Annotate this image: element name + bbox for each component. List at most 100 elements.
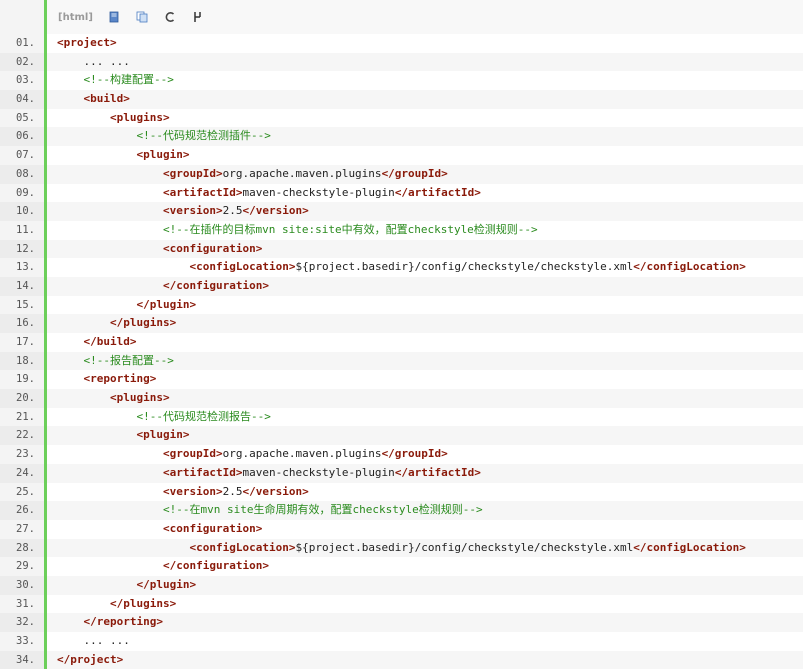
refresh-icon[interactable]	[163, 10, 177, 24]
xml-tag: <configuration>	[163, 521, 263, 535]
line-number: 10.	[0, 202, 44, 221]
xml-tag: </version>	[242, 204, 309, 218]
xml-comment: <!--在插件的目标mvn site:site中有效，配置checkstyle检…	[163, 222, 538, 236]
code-line: 23. <groupId>org.apache.maven.plugins</gr…	[0, 445, 803, 464]
code-line: 24. <artifactId>maven-checkstyle-plugin</…	[0, 463, 803, 483]
line-content: <plugin>	[47, 146, 803, 165]
line-number: 08.	[0, 164, 44, 184]
line-content: <artifactId>maven-checkstyle-plugin</art…	[47, 463, 803, 483]
code-line: 31. </plugins>	[0, 594, 803, 614]
line-number: 17.	[16, 336, 35, 348]
code-line: 05. <plugins>	[0, 108, 803, 128]
xml-tag: </artifactId>	[394, 465, 481, 479]
xml-comment: <!--报告配置-->	[83, 353, 174, 367]
code-line: 14. </configuration>	[0, 276, 803, 296]
line-content: <build>	[47, 90, 803, 109]
xml-text: 2.5	[222, 484, 243, 498]
xml-tag: <artifactId>	[163, 465, 243, 479]
view-source-icon[interactable]	[107, 10, 121, 24]
xml-comment: <!--代码规范检测报告-->	[136, 409, 271, 423]
xml-tag: <reporting>	[83, 372, 157, 386]
line-content: <groupId>org.apache.maven.plugins</group…	[47, 164, 803, 184]
xml-text: 2.5	[222, 204, 243, 218]
code-line: 34. </project>	[0, 650, 803, 669]
line-content: ... ...	[47, 632, 803, 651]
xml-text: org.apache.maven.plugins	[222, 447, 382, 461]
line-number: 07.	[16, 149, 35, 162]
line-number: 22.	[0, 426, 44, 446]
xml-tag: </artifactId>	[394, 185, 481, 199]
line-content: <configLocation>${project.basedir}/confi…	[47, 538, 803, 558]
xml-tag: </reporting>	[83, 615, 163, 629]
line-number: 18.	[0, 351, 44, 371]
xml-text: org.apache.maven.plugins	[222, 166, 382, 180]
line-content: </configuration>	[47, 557, 803, 576]
line-number: 29.	[16, 560, 35, 573]
line-content: <!--在mvn site生命周期有效，配置checkstyle检测规则-->	[47, 501, 803, 520]
xml-tag: <configuration>	[163, 241, 263, 255]
xml-tag: <configLocation>	[189, 260, 296, 274]
line-number: 23.	[16, 448, 35, 461]
line-content: </configuration>	[47, 276, 803, 296]
line-number: 13.	[16, 261, 35, 274]
line-content: <plugins>	[47, 389, 803, 408]
line-number: 04.	[0, 90, 44, 109]
line-number: 21.	[16, 410, 35, 423]
code-line: 25. <version>2.5</version>	[0, 482, 803, 502]
line-number: 15.	[16, 298, 35, 311]
line-content: <!--构建配置-->	[47, 71, 803, 90]
xml-tag: <plugin>	[136, 148, 190, 162]
line-content: <!--报告配置-->	[47, 351, 803, 371]
line-content: <!--代码规范检测报告-->	[47, 408, 803, 427]
copy-icon[interactable]	[135, 10, 149, 24]
line-number: 02.	[0, 52, 44, 72]
code-line: 30. </plugin>	[0, 575, 803, 595]
xml-tag: </plugin>	[136, 297, 197, 311]
line-content: </reporting>	[47, 613, 803, 632]
code-line: 06. <!--代码规范检测插件-->	[0, 127, 803, 147]
xml-tag: <configLocation>	[189, 540, 296, 554]
line-number: 19.	[16, 373, 35, 386]
line-content: </plugins>	[47, 314, 803, 333]
line-number: 20.	[0, 389, 44, 408]
code-line: 20. <plugins>	[0, 389, 803, 408]
xml-tag: <version>	[163, 484, 223, 498]
code-line: 19. <reporting>	[0, 370, 803, 390]
line-number: 28.	[0, 538, 44, 558]
line-number: 33.	[16, 635, 35, 647]
code-line: 09. <artifactId>maven-checkstyle-plugin</…	[0, 183, 803, 203]
xml-text: ... ...	[83, 54, 130, 68]
code-line: 12. <configuration>	[0, 239, 803, 259]
line-number: 24.	[0, 463, 44, 483]
line-content: <groupId>org.apache.maven.plugins</group…	[47, 445, 803, 464]
xml-tag: </configLocation>	[633, 260, 746, 274]
xml-text: ${project.basedir}/config/checkstyle/che…	[295, 540, 634, 554]
line-number: 12.	[0, 239, 44, 259]
line-content: <plugin>	[47, 426, 803, 446]
xml-tag: <plugins>	[110, 391, 170, 405]
info-icon[interactable]	[191, 10, 205, 24]
line-content: <version>2.5</version>	[47, 202, 803, 221]
language-label: [html]	[58, 11, 93, 23]
code-line: 28. <configLocation>${project.basedir}/co…	[0, 538, 803, 558]
xml-comment: <!--构建配置-->	[83, 73, 174, 87]
line-number: 31.	[16, 597, 35, 610]
line-number: 11.	[16, 223, 35, 236]
line-number: 01.	[16, 37, 35, 49]
xml-tag: <build>	[83, 92, 130, 106]
xml-comment: <!--在mvn site生命周期有效，配置checkstyle检测规则-->	[163, 503, 483, 517]
code-line: 13. <configLocation>${project.basedir}/co…	[0, 258, 803, 277]
line-content: </plugin>	[47, 575, 803, 595]
xml-tag: </groupId>	[381, 447, 448, 461]
xml-tag: </plugins>	[110, 316, 177, 330]
code-toolbar: [html]	[47, 0, 803, 34]
line-content: <plugins>	[47, 109, 803, 128]
xml-comment: <!--代码规范检测插件-->	[136, 129, 271, 143]
code-listing: 01. <project> 02. ... ... 03. <!--构建配置--> 04. <…	[0, 34, 803, 669]
code-line: 26. <!--在mvn site生命周期有效，配置checkstyle检测规则-…	[0, 501, 803, 520]
code-line: 03. <!--构建配置-->	[0, 71, 803, 91]
line-content: </plugins>	[47, 595, 803, 614]
code-line: 08. <groupId>org.apache.maven.plugins</gr…	[0, 164, 803, 184]
line-content: <configLocation>${project.basedir}/confi…	[47, 258, 803, 277]
line-number: 09.	[16, 186, 35, 199]
